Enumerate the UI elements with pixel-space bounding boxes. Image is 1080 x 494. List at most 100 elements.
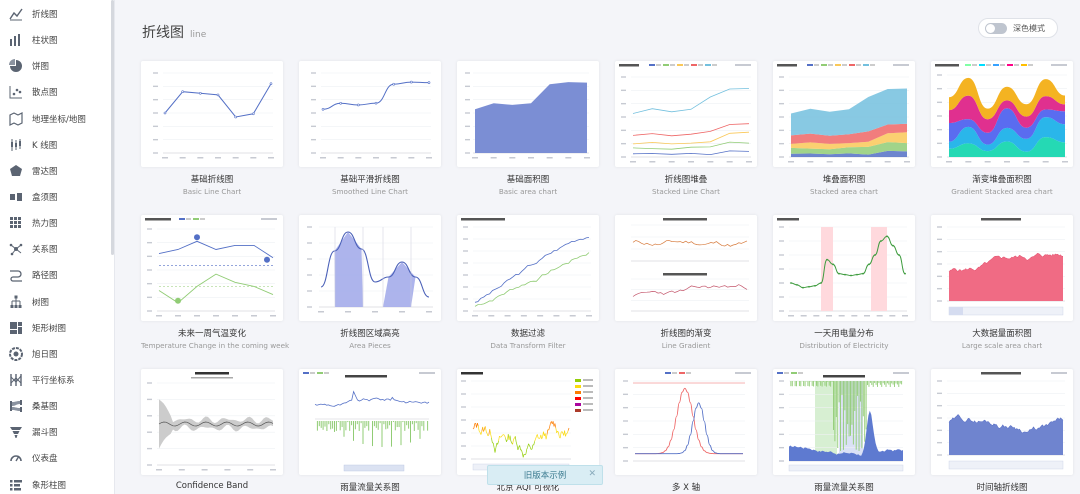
example-card[interactable]: 基础折线图 Basic Line Chart xyxy=(141,61,283,197)
chart-thumbnail[interactable] xyxy=(299,215,441,321)
sidebar-item-sunburst[interactable]: 旭日图 xyxy=(0,341,114,367)
sidebar-item-treemap[interactable]: 矩形树图 xyxy=(0,315,114,341)
page-subtitle: line xyxy=(190,30,207,40)
card-title: 折线图的渐变 xyxy=(660,329,712,339)
sidebar-item-scatter-chart[interactable]: 散点图 xyxy=(0,79,114,105)
thumbnail-svg xyxy=(153,72,274,159)
chart-thumbnail[interactable] xyxy=(457,61,599,167)
sidebar-item-parallel[interactable]: 平行坐标系 xyxy=(0,367,114,393)
sidebar-item-funnel[interactable]: 漏斗图 xyxy=(0,419,114,445)
legacy-version-toast[interactable]: 旧版本示例 ✕ xyxy=(487,465,603,485)
thumbnail-svg xyxy=(777,218,908,317)
thumbnail-svg xyxy=(465,72,590,159)
thumbnail-svg xyxy=(619,64,752,163)
sidebar-item-bar-chart[interactable]: 柱状图 xyxy=(0,27,114,53)
sidebar-item-label: 盒须图 xyxy=(32,193,58,204)
sidebar-item-candlestick[interactable]: K 线图 xyxy=(0,132,114,158)
chart-thumbnail[interactable] xyxy=(457,369,599,475)
sidebar-scrollbar[interactable] xyxy=(111,0,114,255)
sidebar-item-label: 关系图 xyxy=(32,245,58,256)
chart-thumbnail[interactable] xyxy=(931,215,1073,321)
chart-thumbnail[interactable] xyxy=(615,61,757,167)
sidebar-item-label: 漏斗图 xyxy=(32,428,58,439)
card-subtitle: Smoothed Line Chart xyxy=(331,187,409,196)
example-card[interactable]: 堆叠面积图 Stacked area chart xyxy=(773,61,915,197)
sidebar-item-sankey[interactable]: 桑基图 xyxy=(0,393,114,419)
map-icon xyxy=(9,111,23,126)
sidebar-item-pie-chart[interactable]: 饼图 xyxy=(0,53,114,79)
card-title: 基础平滑折线图 xyxy=(340,175,400,185)
gauge-icon xyxy=(9,451,23,465)
card-title: 基础面积图 xyxy=(506,175,550,185)
funnel-icon xyxy=(9,425,23,439)
thumbnail-svg xyxy=(147,372,276,471)
example-card[interactable]: 折线图的渐变 Line Gradient xyxy=(615,215,757,351)
thumbnail-svg xyxy=(623,372,751,462)
sidebar-item-tree[interactable]: 树图 xyxy=(0,289,114,315)
card-subtitle: Distribution of Electricity xyxy=(799,341,889,350)
sidebar-item-radar[interactable]: 雷达图 xyxy=(0,158,114,184)
example-card[interactable]: 一天用电量分布 Distribution of Electricity xyxy=(773,215,915,351)
sidebar-item-graph[interactable]: 关系图 xyxy=(0,236,114,262)
card-subtitle: Stacked Line Chart xyxy=(652,187,720,196)
boxplot-icon xyxy=(9,190,23,204)
example-card[interactable]: 雨量流量关系图Rainfall vs Evaporation xyxy=(773,369,915,494)
sidebar-item-lines[interactable]: 路径图 xyxy=(0,262,114,288)
example-card[interactable]: 折线图区域高亮 Area Pieces xyxy=(299,215,441,351)
dark-mode-toggle[interactable]: 深色模式 xyxy=(978,18,1058,38)
chart-thumbnail[interactable] xyxy=(931,369,1073,475)
thumbnail-svg xyxy=(303,372,435,472)
sidebar-item-gauge[interactable]: 仪表盘 xyxy=(0,445,114,471)
pie-chart-icon xyxy=(9,59,23,73)
sidebar-item-label: 旭日图 xyxy=(32,349,58,360)
close-icon[interactable]: ✕ xyxy=(588,469,596,479)
chart-thumbnail[interactable] xyxy=(773,215,915,321)
chart-thumbnail[interactable] xyxy=(931,61,1073,167)
dark-mode-label: 深色模式 xyxy=(1013,23,1045,33)
example-card[interactable]: 大数据量面积图 Large scale area chart xyxy=(931,215,1073,351)
example-card[interactable]: 未来一周气温变化 Temperature Change in the coming… xyxy=(141,215,289,351)
example-card[interactable]: 雨量流量关系图Rainfall xyxy=(299,369,441,494)
sunburst-icon xyxy=(9,346,23,361)
thumbnail-svg xyxy=(461,218,592,317)
sidebar-item-line-chart[interactable]: 折线图 xyxy=(0,1,114,27)
pictorial-bar-icon xyxy=(9,478,23,492)
chart-thumbnail[interactable] xyxy=(457,215,599,321)
toast-text: 旧版本示例 xyxy=(523,471,567,481)
example-card[interactable]: Confidence BandConfidence Band xyxy=(141,369,283,494)
example-card[interactable]: 多 X 轴Multiple X Axes xyxy=(615,369,757,494)
example-card[interactable]: 数据过滤 Data Transform Filter xyxy=(457,215,599,351)
sidebar-item-boxplot[interactable]: 盒须图 xyxy=(0,184,114,210)
chart-thumbnail[interactable] xyxy=(141,215,283,321)
sidebar-item-pictorial-bar[interactable]: 象形柱图 xyxy=(0,472,114,494)
thumbnail-svg xyxy=(461,372,593,471)
thumbnail-svg xyxy=(777,64,910,163)
thumbnail-svg xyxy=(307,226,433,313)
chart-thumbnail[interactable] xyxy=(299,61,441,167)
sidebar-item-label: 路径图 xyxy=(32,271,58,282)
example-card[interactable]: 基础面积图 Basic area chart xyxy=(457,61,599,197)
chart-thumbnail[interactable] xyxy=(773,369,915,475)
chart-thumbnail[interactable] xyxy=(141,61,283,167)
example-card[interactable]: 渐变堆叠面积图 Gradient Stacked area chart xyxy=(931,61,1073,197)
card-title: 堆叠面积图 xyxy=(822,175,866,185)
sidebar-item-label: 桑基图 xyxy=(32,402,58,413)
parallel-icon xyxy=(9,373,23,387)
sidebar-item-label: 柱状图 xyxy=(32,36,58,47)
chart-thumbnail[interactable] xyxy=(773,61,915,167)
example-card[interactable]: 折线图堆叠 Stacked Line Chart xyxy=(615,61,757,197)
chart-thumbnail[interactable] xyxy=(615,369,757,475)
chart-thumbnail[interactable] xyxy=(299,369,441,475)
sidebar-item-label: 折线图 xyxy=(32,10,58,21)
sidebar-item-heatmap[interactable]: 热力图 xyxy=(0,210,114,236)
chart-thumbnail[interactable] xyxy=(615,215,757,321)
example-card[interactable]: 时间轴折线图Timeline Line Chart xyxy=(931,369,1073,494)
chart-thumbnail[interactable] xyxy=(141,369,283,475)
card-title: 多 X 轴 xyxy=(671,483,701,493)
candlestick-icon xyxy=(9,138,23,152)
treemap-icon xyxy=(9,321,23,335)
example-card[interactable]: 基础平滑折线图 Smoothed Line Chart xyxy=(299,61,441,197)
sidebar-item-map[interactable]: 地理坐标/地图 xyxy=(0,106,114,132)
card-subtitle: Gradient Stacked area chart xyxy=(951,187,1053,196)
lines-icon xyxy=(9,268,23,283)
